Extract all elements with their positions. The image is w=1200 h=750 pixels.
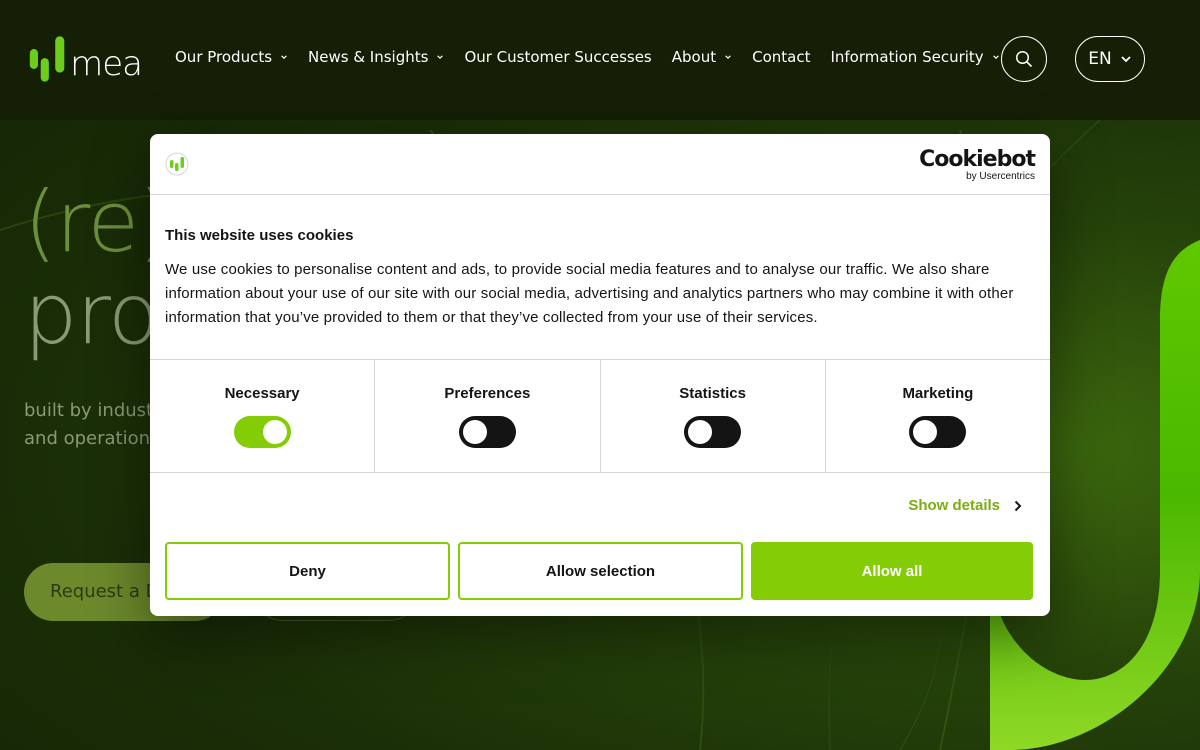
marketing-toggle[interactable] [909,416,967,448]
allow-all-button[interactable]: Allow all [751,542,1033,600]
nav-information-security[interactable]: Information Security [830,48,999,66]
mea-logo-text: mea [70,44,143,84]
nav-label: About [671,48,717,66]
consent-categories: Necessary Preferences Statistics Marketi… [150,360,1050,473]
cookiebot-logo-text: Cookiebot [919,147,1036,172]
chevron-down-icon [992,55,999,60]
chevron-down-icon [1121,56,1131,63]
search-button[interactable] [1001,36,1047,82]
consent-buttons: Deny Allow selection Allow all [165,542,1033,600]
category-label: Statistics [679,385,746,402]
toggle-knob [913,420,938,444]
search-icon [1015,50,1033,68]
nav-customer-successes[interactable]: Our Customer Successes [464,48,651,66]
nav-label: Information Security [830,48,984,66]
nav-contact[interactable]: Contact [752,48,810,66]
preferences-toggle[interactable] [458,416,516,448]
category-marketing: Marketing [826,360,1050,472]
category-label: Marketing [902,385,974,402]
cookiebot-logo[interactable]: Cookiebot by Usercentrics [919,147,1036,182]
category-statistics: Statistics [601,360,826,472]
category-label: Preferences [444,385,531,402]
chevron-down-icon [281,55,287,60]
category-label: Necessary [224,385,300,402]
nav-our-products[interactable]: Our Products [175,48,288,66]
dialog-title: This website uses cookies [165,227,354,244]
nav-label: Contact [752,48,811,66]
top-navbar: mea Our Products News & Insights Our Cus… [0,0,1200,120]
cookiebot-logo-subtext: by Usercentrics [966,171,1035,182]
toggle-knob [688,420,713,444]
details-row: Show details [150,473,1050,541]
category-preferences: Preferences [375,360,601,472]
chevron-down-icon [725,55,731,60]
toggle-knob [262,420,287,444]
show-details-label: Show details [908,497,1000,514]
cookie-consent-dialog: Cookiebot by Usercentrics This website u… [150,134,1050,616]
allow-selection-button[interactable]: Allow selection [458,542,743,600]
nav-label: News & Insights [308,48,429,66]
nav-news-insights[interactable]: News & Insights [308,48,444,66]
statistics-toggle[interactable] [684,416,742,448]
deny-button[interactable]: Deny [165,542,450,600]
nav-label: Our Customer Successes [464,48,652,66]
dialog-header: Cookiebot by Usercentrics [150,134,1050,195]
chevron-right-icon [1014,500,1022,511]
toggle-knob [462,420,487,444]
site-brand-icon [165,152,189,176]
language-label: EN [1088,49,1112,69]
mea-logo-icon [29,36,65,82]
nav-about[interactable]: About [672,48,732,66]
hero-title-line1: (re) [24,173,171,271]
dialog-description: We use cookies to personalise content an… [165,261,1014,326]
category-necessary: Necessary [150,360,376,472]
hero-title: (re) pro [24,173,171,363]
chevron-down-icon [437,55,444,60]
mea-logo[interactable]: mea [28,32,143,84]
necessary-toggle[interactable] [233,416,291,448]
dialog-body: This website uses cookies We use cookies… [150,195,1050,360]
main-nav: Our Products News & Insights Our Custome… [175,48,1000,66]
hero-title-line2: pro [24,265,159,363]
nav-label: Our Products [175,48,273,66]
language-selector[interactable]: EN [1075,36,1145,82]
show-details-link[interactable]: Show details [908,497,1022,514]
